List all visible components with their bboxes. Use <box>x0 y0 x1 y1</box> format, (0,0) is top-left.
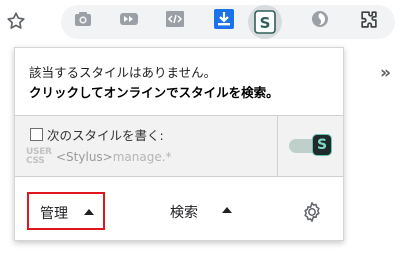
stylus-extension-button[interactable]: S <box>248 5 282 39</box>
target-prefix: <Stylus> <box>56 150 113 164</box>
popup-footer: 管理 検索 <box>15 177 343 240</box>
browser-toolbar: S <box>0 0 400 44</box>
caret-up-icon <box>84 209 94 215</box>
search-button[interactable]: 検索 <box>170 202 198 222</box>
stylus-popup: 該当するスタイルはありません。 クリックしてオンラインでスタイルを検索。 次のス… <box>14 47 344 241</box>
stylus-icon: S <box>254 10 276 34</box>
no-styles-text: 該当するスタイルはありません。 <box>29 65 217 80</box>
manage-label: 管理 <box>40 206 68 222</box>
fast-forward-icon[interactable] <box>119 9 139 29</box>
download-icon[interactable] <box>214 9 234 29</box>
write-style-button[interactable]: 次のスタイルを書く: USER CSS <Stylus>manage.* <box>15 116 277 176</box>
caret-up-icon <box>222 207 232 213</box>
gear-icon[interactable] <box>300 200 324 224</box>
svg-text:S: S <box>260 14 271 32</box>
divider <box>277 116 278 176</box>
usercss-icon: USER CSS <box>26 148 52 166</box>
no-styles-message[interactable]: 該当するスタイルはありません。 クリックしてオンラインでスタイルを検索。 <box>15 48 343 116</box>
write-style-label: 次のスタイルを書く: <box>47 128 164 143</box>
bookmarks-overflow-chevron[interactable]: » <box>380 63 391 83</box>
write-style-target[interactable]: <Stylus>manage.* <box>56 150 172 164</box>
puzzle-icon[interactable] <box>358 9 378 29</box>
usercss-checkbox[interactable] <box>30 128 43 141</box>
usercss-line-2: CSS <box>26 156 45 166</box>
target-suffix: manage.* <box>112 150 172 164</box>
enable-toggle-knob[interactable]: S <box>312 134 332 156</box>
write-style-section: 次のスタイルを書く: USER CSS <Stylus>manage.* S <box>15 116 343 177</box>
find-styles-online-link[interactable]: クリックしてオンラインでスタイルを検索。 <box>29 82 279 101</box>
toggle-stylus-letter: S <box>316 137 328 153</box>
code-icon[interactable] <box>165 9 185 29</box>
bookmark-star-icon[interactable] <box>5 10 27 32</box>
camera-icon[interactable] <box>73 9 93 29</box>
manage-button[interactable]: 管理 <box>27 192 105 230</box>
bookmark-bar-background <box>342 50 400 250</box>
circle-logo-icon[interactable] <box>310 9 330 29</box>
